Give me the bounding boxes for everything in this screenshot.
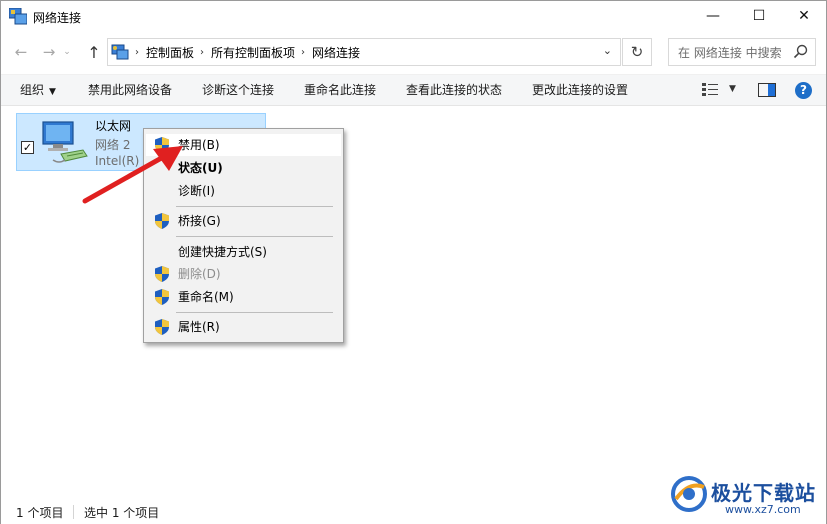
search-input[interactable]: 在 网络连接 中搜索 [668, 38, 816, 66]
view-options-chevron-icon[interactable]: ▼ [729, 84, 736, 94]
search-placeholder: 在 网络连接 中搜索 [678, 45, 782, 60]
chevron-down-icon: ▼ [49, 87, 56, 97]
preview-pane-icon[interactable] [758, 83, 776, 97]
menu-item-label: 创建快捷方式(S) [178, 245, 267, 259]
breadcrumb-network-connections[interactable]: 网络连接 [312, 44, 360, 61]
title-bar: 网络连接 — ☐ ✕ [1, 1, 826, 32]
uac-shield-icon [155, 213, 169, 229]
uac-shield-icon [155, 266, 169, 282]
menu-item-delete: 删除(D) [146, 263, 341, 285]
close-button[interactable]: ✕ [781, 1, 827, 31]
breadcrumb-all-items[interactable]: 所有控制面板项 [211, 44, 295, 61]
change-view-icon[interactable] [702, 83, 718, 97]
item-count: 1 个项目 [16, 506, 64, 520]
menu-separator [176, 236, 333, 237]
navigation-row: ← → ⌄ ↑ › 控制面板 › 所有控制面板项 › 网络连接 ⌄ ↻ 在 网络… [1, 34, 826, 70]
uac-shield-icon [155, 289, 169, 305]
red-arrow-icon [82, 146, 183, 204]
organize-button[interactable]: 组织 ▼ [20, 75, 56, 107]
watermark-url: www.xz7.com [725, 503, 801, 516]
watermark-logo-icon [671, 476, 707, 512]
menu-item-properties[interactable]: 属性(R) [146, 316, 341, 338]
control-panel-icon [111, 44, 129, 60]
breadcrumb-separator[interactable]: › [301, 47, 305, 58]
connection-name: 以太网 [95, 119, 132, 133]
address-dropdown-button[interactable]: ⌄ [603, 44, 612, 57]
menu-item-label: 属性(R) [178, 320, 220, 334]
window-title: 网络连接 [33, 11, 82, 25]
explorer-window: 网络连接 — ☐ ✕ ← → ⌄ ↑ › 控制面板 › 所有控制面板项 › 网络… [0, 0, 827, 524]
rename-button[interactable]: 重命名此连接 [304, 75, 376, 107]
recent-locations-button[interactable]: ⌄ [59, 34, 75, 70]
disable-device-button[interactable]: 禁用此网络设备 [88, 75, 172, 107]
view-status-button[interactable]: 查看此连接的状态 [406, 75, 502, 107]
diagnose-button[interactable]: 诊断这个连接 [202, 75, 274, 107]
breadcrumb-control-panel[interactable]: 控制面板 [146, 44, 194, 61]
change-settings-button[interactable]: 更改此连接的设置 [532, 75, 628, 107]
menu-separator [176, 312, 333, 313]
forward-button[interactable]: → [37, 34, 61, 70]
menu-item-label: 重命名(M) [178, 290, 234, 304]
selected-count: 选中 1 个项目 [84, 506, 160, 520]
network-connections-icon [9, 8, 27, 25]
menu-item-label: 桥接(G) [178, 214, 221, 228]
uac-shield-icon [155, 319, 169, 335]
breadcrumb-separator[interactable]: › [200, 47, 204, 58]
up-button[interactable]: ↑ [82, 34, 106, 70]
menu-item-create-shortcut[interactable]: 创建快捷方式(S) [146, 241, 341, 263]
menu-item-bridge[interactable]: 桥接(G) [146, 210, 341, 232]
minimize-button[interactable]: — [690, 1, 736, 31]
item-checkbox[interactable]: ✓ [21, 141, 34, 154]
search-icon[interactable] [793, 44, 808, 59]
command-bar: 组织 ▼ 禁用此网络设备 诊断这个连接 重命名此连接 查看此连接的状态 更改此连接… [1, 74, 826, 106]
watermark-title: 极光下载站 [711, 481, 816, 505]
help-icon[interactable]: ? [795, 82, 812, 99]
maximize-button[interactable]: ☐ [736, 1, 782, 31]
menu-item-rename[interactable]: 重命名(M) [146, 286, 341, 308]
menu-item-label: 删除(D) [178, 267, 221, 281]
menu-separator [176, 206, 333, 207]
organize-label: 组织 [20, 83, 45, 97]
status-divider [73, 505, 74, 519]
breadcrumb-separator: › [135, 46, 139, 58]
refresh-button[interactable]: ↻ [622, 38, 652, 66]
back-button[interactable]: ← [9, 34, 33, 70]
address-bar[interactable]: › 控制面板 › 所有控制面板项 › 网络连接 ⌄ [107, 38, 621, 66]
